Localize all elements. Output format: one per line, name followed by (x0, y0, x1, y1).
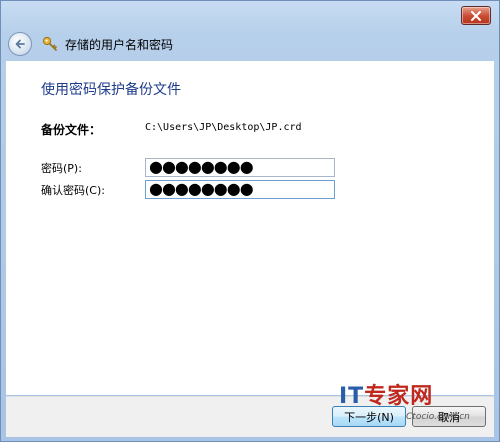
wizard-header: 存储的用户名和密码 (6, 29, 494, 59)
backup-file-path: C:\Users\JP\Desktop\JP.crd (145, 122, 302, 133)
watermark-brand-it: IT (339, 384, 365, 409)
wizard-title: 存储的用户名和密码 (65, 37, 174, 52)
confirm-password-field[interactable]: ●●●●●●●● (145, 180, 335, 199)
page-heading: 使用密码保护备份文件 (41, 82, 181, 98)
close-icon (471, 10, 481, 21)
wizard-window: 存储的用户名和密码 使用密码保护备份文件 备份文件： C:\Users\JP\D… (0, 0, 500, 442)
key-icon (42, 36, 57, 51)
watermark-brand-rest: 专家网 (364, 384, 434, 409)
back-button[interactable] (8, 32, 32, 56)
watermark-brand: IT专家网 (339, 378, 433, 410)
password-label: 密码(P): (41, 162, 82, 175)
password-field[interactable]: ●●●●●●●● (145, 158, 335, 177)
wizard-content: 使用密码保护备份文件 备份文件： C:\Users\JP\Desktop\JP.… (6, 61, 494, 395)
back-arrow-icon (15, 39, 25, 49)
watermark-logo: IT专家网 Ctocio.com.cn (331, 378, 496, 422)
backup-file-label: 备份文件： (41, 123, 102, 137)
watermark-site: Ctocio.com.cn (406, 412, 470, 422)
close-button[interactable] (461, 6, 491, 25)
confirm-password-label: 确认密码(C): (41, 184, 105, 197)
